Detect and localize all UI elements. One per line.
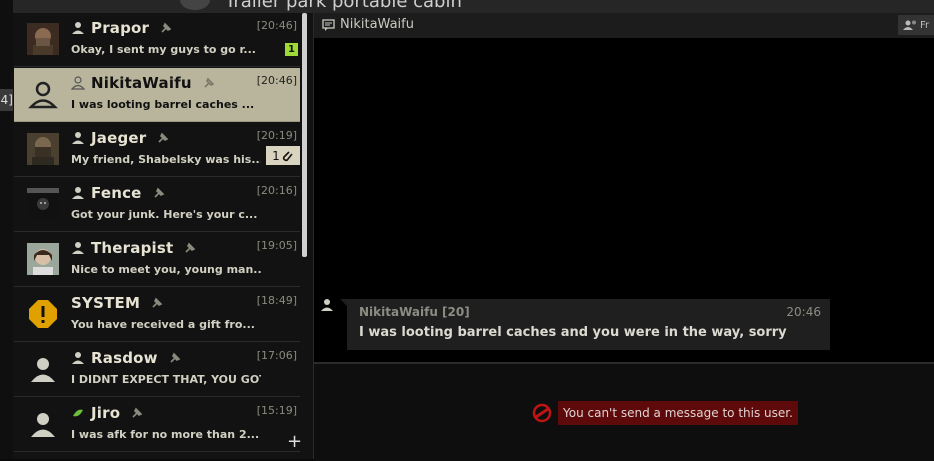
dialog-name: Jiro bbox=[91, 404, 121, 422]
attachment-badge: 1 bbox=[266, 146, 300, 165]
dialog-item-therapist[interactable]: Therapist [19:05] Nice to meet you, youn… bbox=[14, 233, 300, 287]
message-text: I was looting barrel caches and you were… bbox=[359, 325, 787, 340]
dialog-name: NikitaWaifu bbox=[91, 74, 192, 92]
pin-icon[interactable] bbox=[130, 406, 144, 420]
user-icon bbox=[71, 76, 85, 90]
friend-request-button[interactable]: Fr bbox=[898, 15, 934, 35]
dialog-time: [19:05] bbox=[256, 239, 297, 252]
dialog-preview: You have received a gift fro... bbox=[71, 318, 255, 331]
dialog-item-jiro[interactable]: Jiro [15:19] I was afk for no more than … bbox=[14, 398, 300, 452]
dialog-preview: Okay, I sent my guys to go r... bbox=[71, 43, 256, 56]
dialog-name: Rasdow bbox=[91, 349, 158, 367]
jaeger-avatar bbox=[27, 133, 59, 165]
attachment-count: 1 bbox=[272, 148, 280, 163]
pin-icon[interactable] bbox=[156, 131, 170, 145]
dialog-item-prapor[interactable]: Prapor [20:46] Okay, I sent my guys to g… bbox=[14, 13, 300, 67]
pin-icon[interactable] bbox=[150, 296, 164, 310]
prapor-avatar bbox=[27, 23, 59, 55]
dialog-preview: I DIDNT EXPECT THAT, YOU GOT... bbox=[71, 373, 261, 386]
dialog-preview: I was looting barrel caches ... bbox=[71, 98, 255, 111]
dialog-time: [18:49] bbox=[256, 294, 297, 307]
paperclip-icon bbox=[282, 150, 293, 161]
dialog-list-scrollbar[interactable] bbox=[302, 13, 307, 257]
user-icon bbox=[72, 22, 84, 34]
dialog-preview: My friend, Shabelsky was his... bbox=[71, 153, 261, 166]
default-user-avatar bbox=[31, 358, 55, 382]
dialog-name: Fence bbox=[91, 184, 142, 202]
background-location-title: Trailer park portable cabin bbox=[225, 0, 462, 12]
add-friend-icon bbox=[903, 20, 916, 30]
dialog-item-rasdow[interactable]: Rasdow [17:06] I DIDNT EXPECT THAT, YOU … bbox=[14, 343, 300, 397]
chat-title: NikitaWaifu bbox=[340, 17, 414, 32]
pin-icon[interactable] bbox=[159, 21, 173, 35]
friend-button-label: Fr bbox=[920, 19, 930, 31]
message-input-area: You can't send a message to this user. bbox=[314, 362, 934, 461]
dialog-name: SYSTEM bbox=[71, 294, 141, 312]
dialog-name: Therapist bbox=[91, 239, 174, 257]
background-window-strip bbox=[0, 0, 934, 13]
message-author: NikitaWaifu [20] bbox=[359, 305, 470, 319]
sender-user-icon bbox=[321, 299, 333, 311]
dialog-preview: Nice to meet you, young man.... bbox=[71, 263, 261, 276]
friend-status-icon bbox=[73, 409, 83, 417]
warning-icon bbox=[29, 300, 57, 328]
dialog-time: [20:46] bbox=[256, 19, 297, 32]
dialog-item-system[interactable]: SYSTEM [18:49] You have received a gift … bbox=[14, 288, 300, 342]
background-edge-label: 4] bbox=[0, 89, 13, 111]
pin-icon[interactable] bbox=[202, 76, 216, 90]
user-icon bbox=[72, 132, 84, 144]
dialog-time: [20:19] bbox=[256, 129, 297, 142]
dialog-item-fence[interactable]: Fence [20:16] Got your junk. Here's your… bbox=[14, 178, 300, 232]
dialog-preview: I was afk for no more than 2... bbox=[71, 428, 260, 441]
dialog-time: [17:06] bbox=[256, 349, 297, 362]
dialog-time: [20:16] bbox=[256, 184, 297, 197]
default-user-avatar bbox=[31, 413, 55, 437]
pin-icon[interactable] bbox=[183, 241, 197, 255]
dialog-item-jaeger[interactable]: Jaeger [20:19] My friend, Shabelsky was … bbox=[14, 123, 300, 177]
message-area: NikitaWaifu [20] 20:46 I was looting bar… bbox=[314, 38, 934, 362]
pin-icon[interactable] bbox=[152, 186, 166, 200]
dialog-time: [15:19] bbox=[256, 404, 297, 417]
dialog-name: Prapor bbox=[91, 19, 150, 37]
dialog-list: Prapor [20:46] Okay, I sent my guys to g… bbox=[13, 13, 314, 459]
message-bubble: NikitaWaifu [20] 20:46 I was looting bar… bbox=[340, 299, 830, 350]
dialog-time: [20:46] bbox=[256, 74, 297, 87]
chat-bubble-icon bbox=[322, 19, 335, 31]
pin-icon[interactable] bbox=[168, 351, 182, 365]
user-icon bbox=[72, 352, 84, 364]
default-user-avatar bbox=[28, 81, 58, 109]
dialog-preview: Got your junk. Here's your c... bbox=[71, 208, 258, 221]
unread-badge: 1 bbox=[285, 43, 298, 56]
message-time: 20:46 bbox=[786, 305, 821, 319]
blocked-notice: You can't send a message to this user. bbox=[558, 401, 798, 425]
chat-header: NikitaWaifu Fr bbox=[314, 13, 934, 38]
user-icon bbox=[72, 187, 84, 199]
dialog-name: Jaeger bbox=[91, 129, 147, 147]
fence-avatar bbox=[27, 188, 59, 220]
therapist-avatar bbox=[27, 243, 59, 275]
add-dialog-button[interactable]: + bbox=[287, 433, 302, 451]
blocked-icon bbox=[532, 403, 552, 423]
dialog-item-nikitawaifu[interactable]: NikitaWaifu [20:46] I was looting barrel… bbox=[14, 68, 300, 122]
background-left-edge bbox=[0, 0, 13, 459]
user-icon bbox=[72, 242, 84, 254]
